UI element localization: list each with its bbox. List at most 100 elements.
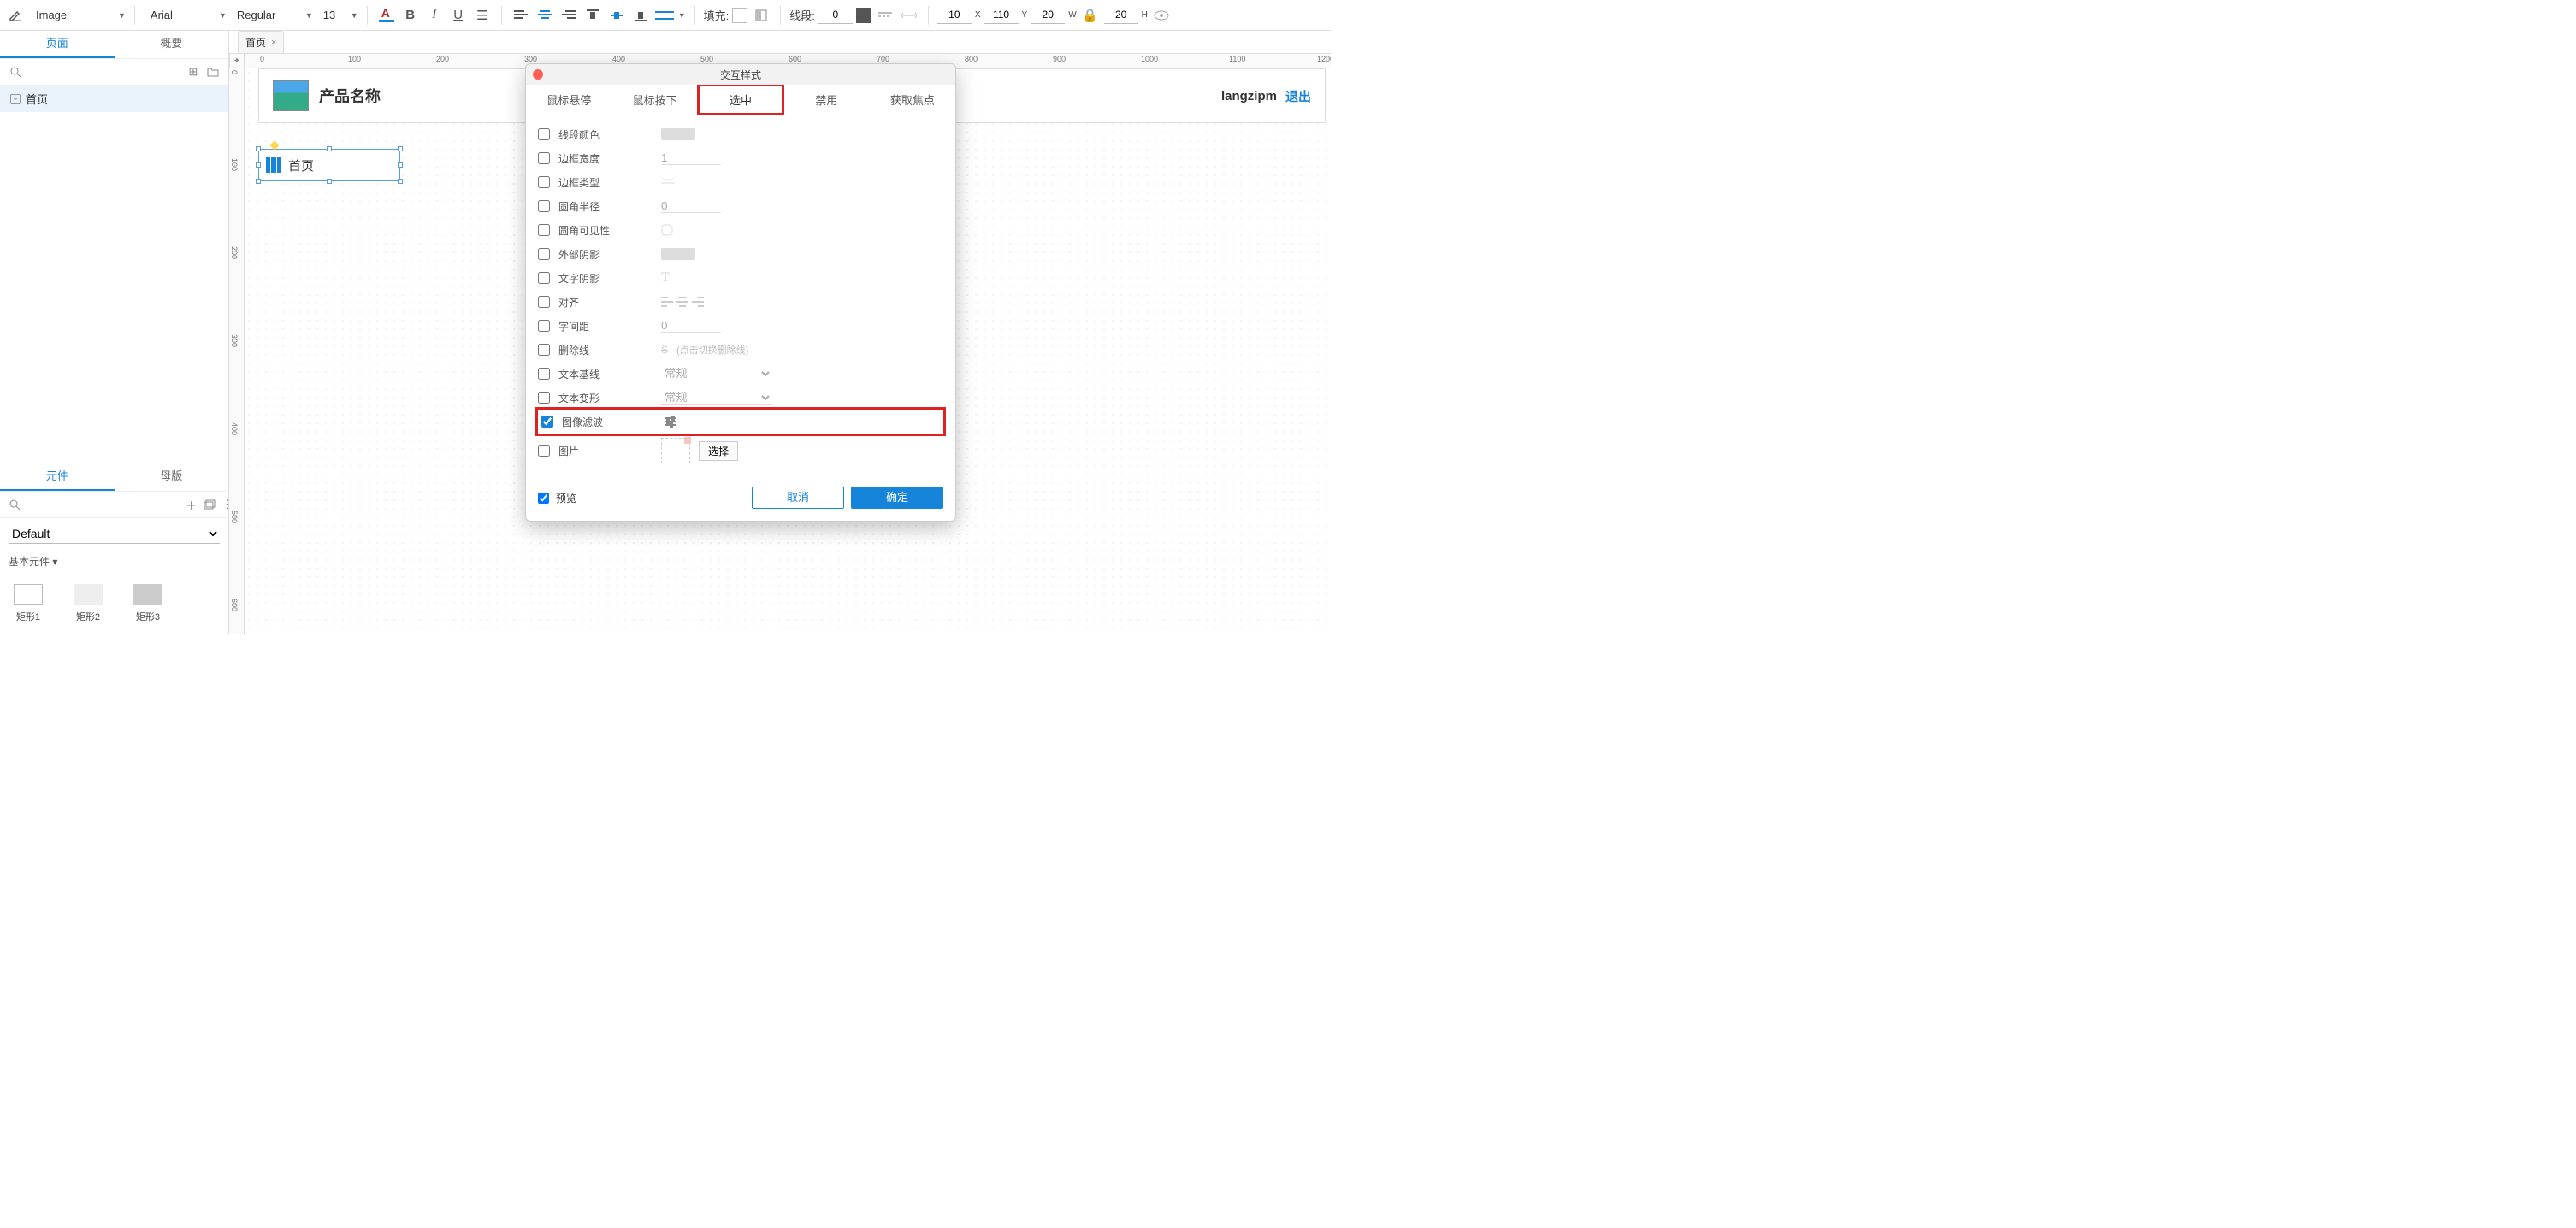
widgets-search-input[interactable] (27, 496, 179, 513)
font-weight-dropdown[interactable]: Regular (230, 4, 302, 27)
prop-letter-spacing-check[interactable] (538, 320, 550, 332)
tab-selected[interactable]: 选中 (698, 85, 783, 115)
prop-border-type-check[interactable] (538, 176, 550, 188)
tab-pages[interactable]: 页面 (0, 31, 115, 58)
bold-button[interactable]: B (400, 5, 421, 26)
cancel-button[interactable]: 取消 (752, 487, 844, 509)
align-left-button[interactable] (511, 5, 531, 26)
visibility-button[interactable] (1151, 5, 1172, 26)
align-right-button[interactable] (558, 5, 579, 26)
edit-icon[interactable] (5, 5, 26, 26)
tab-outline[interactable]: 概要 (115, 31, 229, 58)
add-library-button[interactable]: ＋ (186, 496, 197, 513)
corner-visibility-icon[interactable] (661, 224, 673, 236)
folder-button[interactable] (207, 63, 220, 80)
tab-disabled[interactable]: 禁用 (783, 85, 869, 115)
italic-button[interactable]: I (424, 5, 445, 26)
canvas-tabs: 首页 × (238, 31, 284, 53)
prop-border-width: 边框宽度 (538, 146, 943, 170)
prop-line-color-check[interactable] (538, 128, 550, 140)
selected-widget[interactable]: 首页 (258, 149, 400, 181)
library-select[interactable]: Default (9, 523, 220, 544)
h-input[interactable] (1104, 7, 1138, 24)
font-color-button[interactable] (376, 5, 397, 26)
search-icon (9, 63, 21, 80)
pages-panel-tabs: 页面 概要 (0, 31, 228, 58)
stroke-dash-button[interactable] (875, 5, 895, 26)
bullet-list-button[interactable]: ☰ (472, 5, 493, 26)
ruler-corner[interactable]: ✦ (229, 53, 245, 68)
text-baseline-select[interactable]: 常规 (661, 366, 772, 381)
fill-swatch[interactable] (732, 8, 747, 23)
valign-bottom-button[interactable] (630, 5, 651, 26)
font-size-dropdown[interactable]: 13 (316, 4, 347, 27)
align-center-button[interactable] (535, 5, 555, 26)
stroke-width-input[interactable] (818, 7, 853, 24)
font-size-value: 13 (323, 9, 335, 21)
ok-button[interactable]: 确定 (851, 487, 943, 509)
pages-search-input[interactable] (28, 63, 180, 80)
tab-hover[interactable]: 鼠标悬停 (526, 85, 612, 115)
underline-button[interactable]: U (448, 5, 469, 26)
lock-aspect-button[interactable]: 🔒 (1080, 5, 1101, 26)
dialog-titlebar[interactable]: 交互样式 (526, 64, 955, 85)
text-transform-select[interactable]: 常规 (661, 390, 772, 405)
prop-text-baseline-check[interactable] (538, 368, 550, 380)
shape-rect2[interactable]: 矩形2 (74, 584, 103, 623)
image-select-button[interactable]: 选择 (699, 441, 738, 461)
prop-outer-shadow-check[interactable] (538, 248, 550, 260)
w-input[interactable] (1031, 7, 1065, 24)
prop-corner-radius-check[interactable] (538, 200, 550, 212)
prop-corner-visibility-check[interactable] (538, 224, 550, 236)
corner-radius-input[interactable] (661, 199, 721, 213)
x-input[interactable] (937, 7, 972, 24)
element-type-dropdown[interactable]: Image (29, 4, 115, 27)
tab-focus[interactable]: 获取焦点 (870, 85, 955, 115)
line-style-button[interactable] (654, 5, 675, 26)
prop-image-check[interactable] (538, 445, 550, 457)
shape-rect3[interactable]: 矩形3 (133, 584, 162, 623)
stroke-color-swatch[interactable] (856, 8, 871, 23)
rotation-handle[interactable] (269, 140, 279, 150)
prop-align-check[interactable] (538, 296, 550, 308)
sliders-icon[interactable] (665, 417, 676, 426)
text-shadow-icon[interactable]: T (661, 270, 670, 286)
prop-label: 圆角可见性 (558, 223, 653, 238)
border-width-input[interactable] (661, 151, 721, 165)
valign-top-button[interactable] (582, 5, 603, 26)
add-page-button[interactable]: ⊞ (186, 63, 199, 80)
logout-link[interactable]: 退出 (1285, 87, 1311, 105)
shapes-grid: 矩形1 矩形2 矩形3 (0, 574, 228, 634)
arrows-button[interactable] (899, 5, 919, 26)
font-family-dropdown[interactable]: Arial (144, 4, 216, 27)
canvas-tab-home[interactable]: 首页 × (238, 31, 284, 53)
library-stack-icon[interactable] (204, 496, 216, 513)
valign-middle-button[interactable] (606, 5, 627, 26)
shape-rect1[interactable]: 矩形1 (14, 584, 43, 623)
align-center-icon[interactable] (676, 297, 688, 307)
fill-mode-button[interactable] (751, 5, 771, 26)
prop-border-width-check[interactable] (538, 152, 550, 164)
letter-spacing-input[interactable] (661, 319, 721, 333)
library-section-basic[interactable]: 基本元件 ▾ (0, 549, 228, 574)
strikethrough-icon[interactable]: S (661, 344, 668, 356)
page-item-home[interactable]: ≡ 首页 (0, 86, 228, 112)
color-swatch[interactable] (661, 128, 695, 140)
prop-text-transform-check[interactable] (538, 392, 550, 404)
close-icon[interactable]: × (271, 38, 276, 48)
tab-widgets[interactable]: 元件 (0, 463, 115, 491)
tab-masters[interactable]: 母版 (115, 463, 229, 491)
align-right-icon[interactable] (692, 297, 704, 307)
prop-text-shadow-check[interactable] (538, 272, 550, 284)
ruler-vertical[interactable]: 0100200300400500600 (229, 68, 245, 634)
border-type-icon[interactable] (661, 178, 675, 186)
align-left-icon[interactable] (661, 297, 673, 307)
close-dot-icon[interactable] (533, 69, 543, 80)
shadow-swatch[interactable] (661, 248, 695, 260)
prop-strikethrough-check[interactable] (538, 344, 550, 356)
preview-check[interactable] (538, 493, 549, 504)
tab-mousedown[interactable]: 鼠标按下 (612, 85, 697, 115)
image-slot[interactable] (661, 438, 690, 463)
y-input[interactable] (984, 7, 1019, 24)
prop-image-filter-check[interactable] (541, 416, 553, 428)
